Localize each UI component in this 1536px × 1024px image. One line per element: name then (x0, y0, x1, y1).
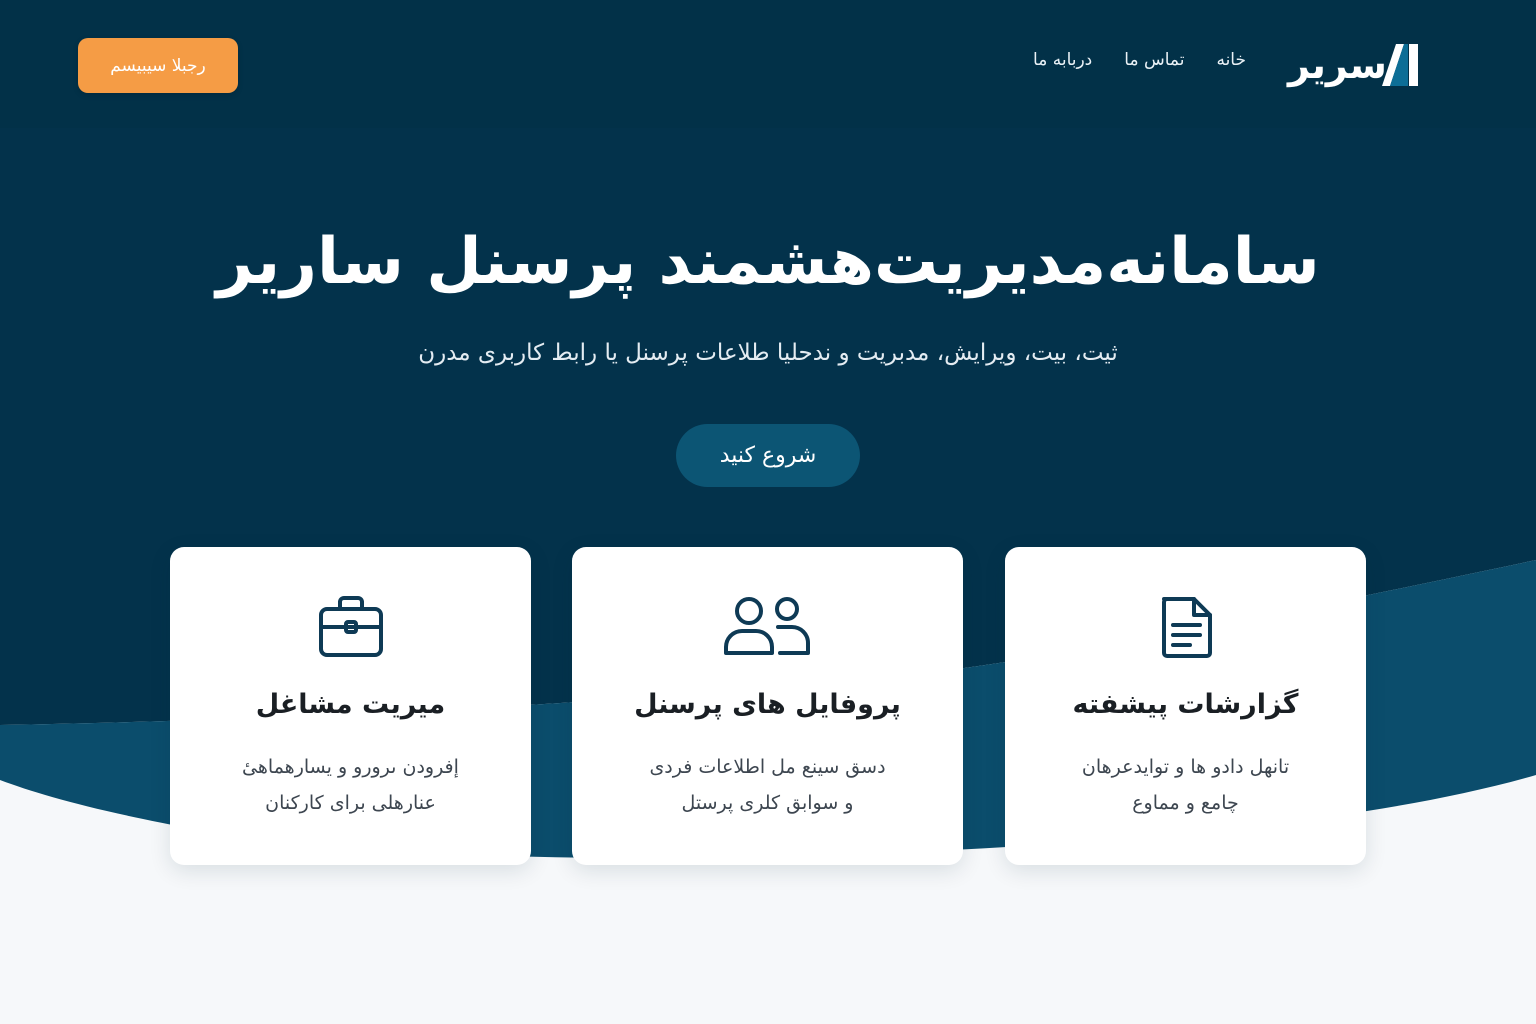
feature-card-reports[interactable]: گزارشات پیشفته تانهل دادو ها و تواید‌عره… (1005, 547, 1366, 865)
hero-background (0, 0, 1536, 1024)
users-icon (723, 597, 810, 655)
brand-logo-icon[interactable] (1382, 44, 1418, 86)
hero-title: سامانه‌مدیریت‌هشمند پرسنل ساریر (216, 225, 1320, 299)
top-navbar: رجبلا سیبیسم خانه تماس ما دربابه ما سریر (0, 0, 1536, 128)
nav-about[interactable]: دربابه ما (1033, 50, 1092, 70)
nav-home[interactable]: خانه (1216, 50, 1246, 70)
nav-contact[interactable]: تماس ما (1124, 50, 1184, 70)
card-title: میریت مشاغل (255, 689, 446, 720)
hero-subtitle: ثیت، بیت، ویرایش، مدبریت و ندحلیا طلاعات… (418, 340, 1118, 366)
card-description: تانهل دادو ها و تواید‌عرهان چامع و مماوع (1081, 756, 1290, 814)
brand-name[interactable]: سریر (1288, 40, 1387, 90)
card-title: پروفایل های پرسنل (634, 689, 901, 720)
card-title: گزارشات پیشفته (1072, 689, 1299, 720)
feature-card-profiles[interactable]: پروفایل های پرسنل دسق سینع مل اطلاعات فر… (572, 547, 963, 865)
get-started-button[interactable]: شروع کنید (676, 424, 860, 487)
card-description: دسق سینع مل اطلاعات فردی و سوابق کلری پر… (649, 756, 886, 814)
register-button[interactable]: رجبلا سیبیسم (78, 38, 238, 93)
document-icon (1161, 597, 1212, 658)
feature-card-jobs[interactable]: میریت مشاغل إفرودن ىرورو و یسارهماهیٔ عن… (170, 547, 531, 865)
card-description: إفرودن ىرورو و یسارهماهیٔ عنارهلی برای ک… (242, 756, 459, 814)
nav-links: خانه تماس ما دربابه ما (1033, 50, 1246, 70)
briefcase-icon (318, 596, 383, 657)
